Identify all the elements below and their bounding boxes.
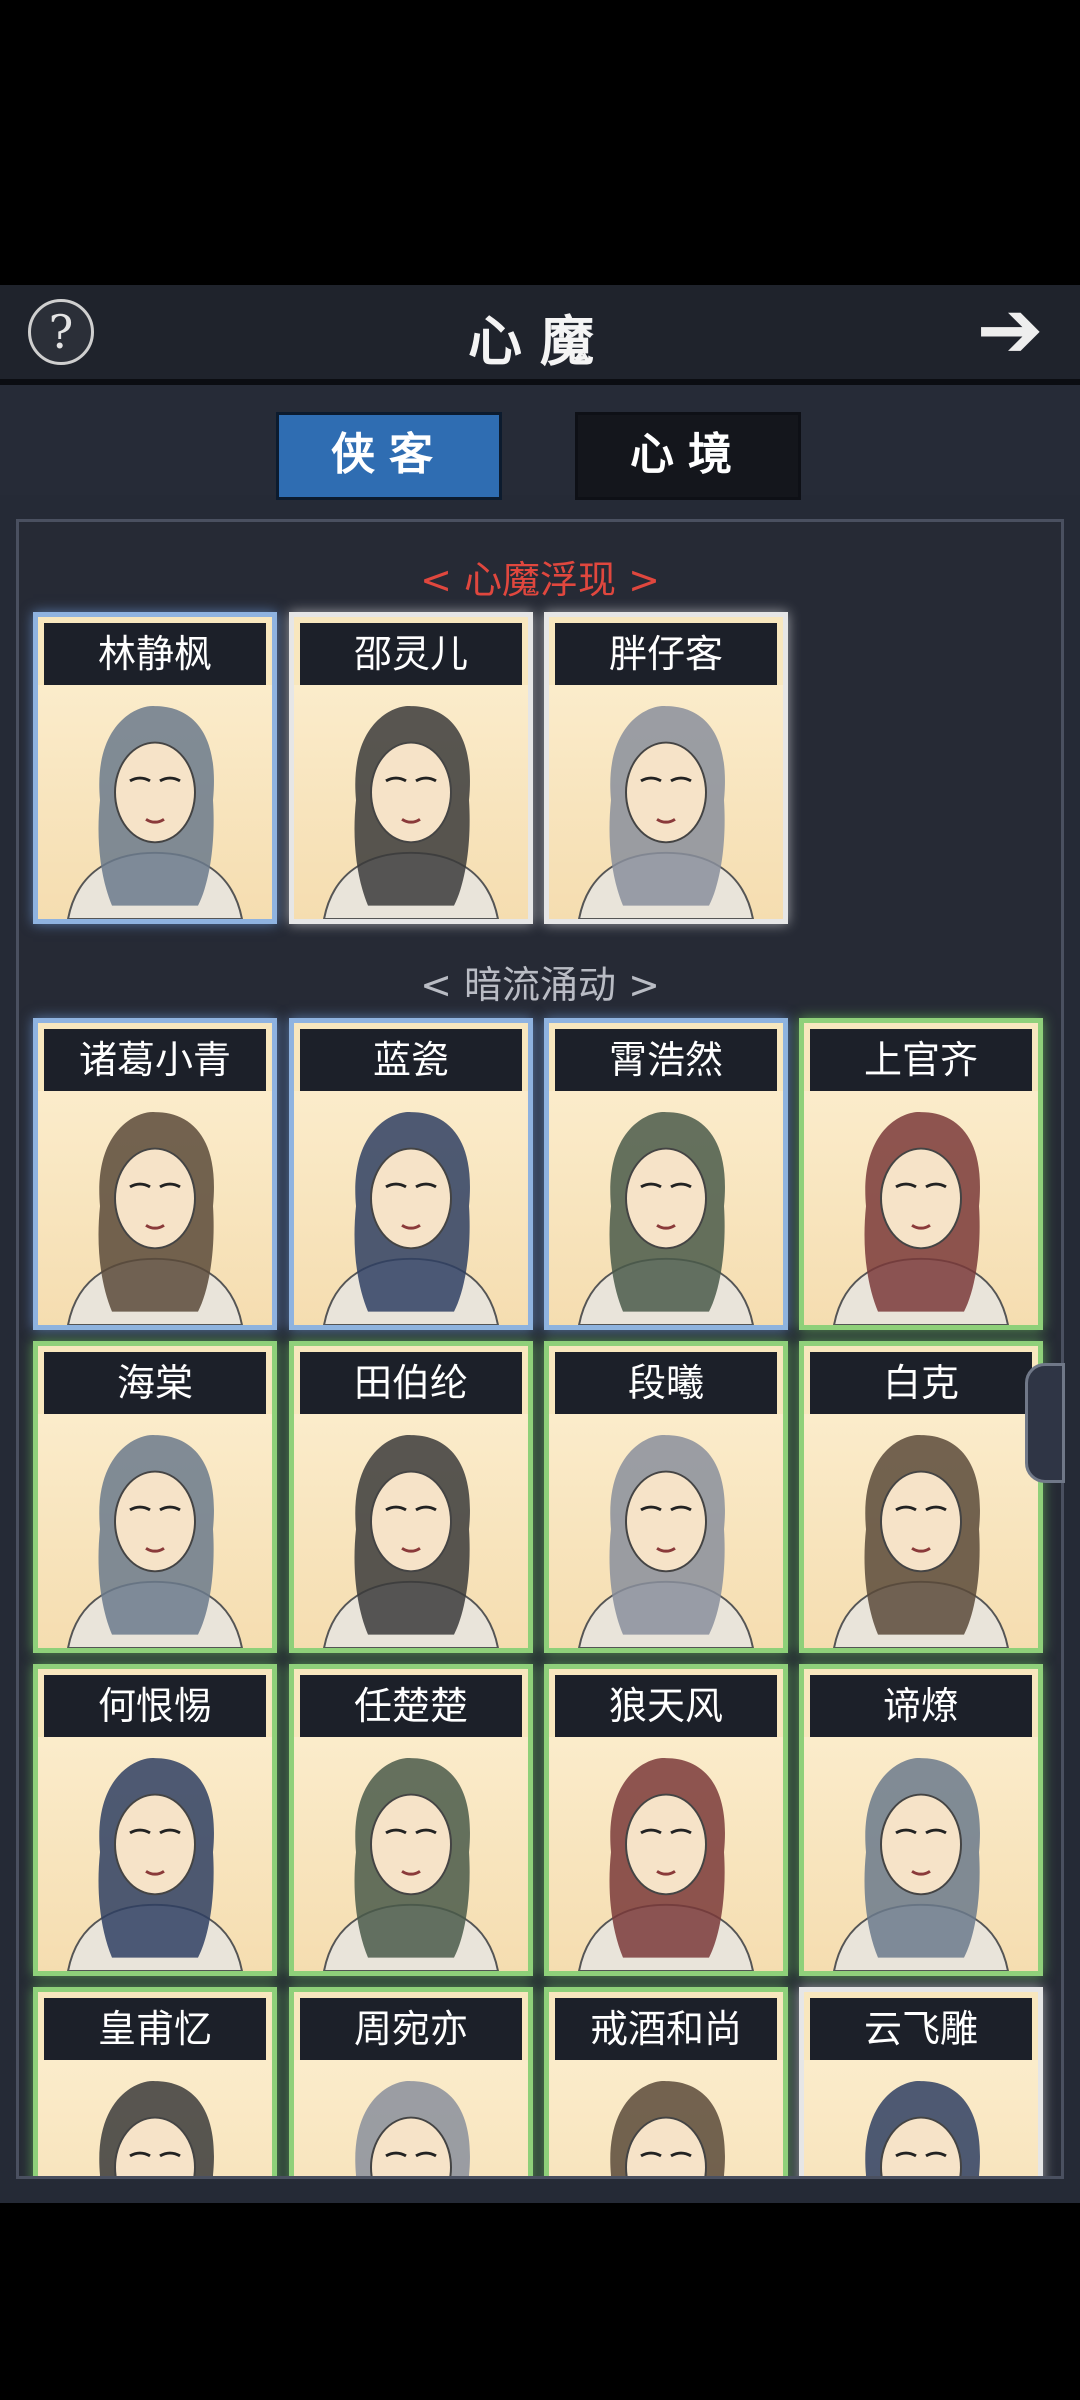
character-portrait bbox=[549, 1737, 783, 1971]
character-portrait bbox=[549, 1091, 783, 1325]
character-name: 云飞雕 bbox=[810, 1998, 1032, 2060]
character-portrait bbox=[38, 685, 272, 919]
arrow-right-icon[interactable]: ➔ bbox=[962, 290, 1058, 370]
character-name: 狼天风 bbox=[555, 1675, 777, 1737]
character-name: 林静枫 bbox=[44, 623, 266, 685]
character-name: 海棠 bbox=[44, 1352, 266, 1414]
character-card[interactable]: 周宛亦 bbox=[289, 1987, 533, 2176]
character-card[interactable]: 戒酒和尚 bbox=[544, 1987, 788, 2176]
tab-mindstate[interactable]: 心境 bbox=[575, 412, 801, 500]
character-portrait bbox=[38, 2060, 272, 2176]
character-card[interactable]: 上官齐 bbox=[799, 1018, 1043, 1330]
character-portrait bbox=[804, 1414, 1038, 1648]
character-card[interactable]: 海棠 bbox=[33, 1341, 277, 1653]
character-portrait bbox=[804, 1737, 1038, 1971]
character-portrait bbox=[38, 1414, 272, 1648]
page-title: 心魔 bbox=[468, 309, 612, 373]
character-portrait bbox=[549, 685, 783, 919]
character-name: 诸葛小青 bbox=[44, 1029, 266, 1091]
character-portrait bbox=[294, 1737, 528, 1971]
character-card[interactable]: 白克 bbox=[799, 1341, 1043, 1653]
character-portrait bbox=[38, 1737, 272, 1971]
section-title-undercurrent: < 暗流涌动 > bbox=[420, 963, 660, 1007]
character-card[interactable]: 何恨惕 bbox=[33, 1664, 277, 1976]
character-name: 何恨惕 bbox=[44, 1675, 266, 1737]
character-card[interactable]: 蓝瓷 bbox=[289, 1018, 533, 1330]
character-portrait bbox=[549, 2060, 783, 2176]
character-card[interactable]: 云飞雕 bbox=[799, 1987, 1043, 2176]
tab-heroes[interactable]: 侠客 bbox=[276, 412, 502, 500]
character-card[interactable]: 田伯纶 bbox=[289, 1341, 533, 1653]
character-list[interactable]: < 心魔浮现 > < 暗流涌动 > 林静枫 邵灵儿 胖仔客诸葛小青 蓝瓷 霄浩然 上官齐海… bbox=[16, 519, 1064, 2179]
character-name: 蓝瓷 bbox=[300, 1029, 522, 1091]
character-card[interactable]: 诸葛小青 bbox=[33, 1018, 277, 1330]
character-portrait bbox=[294, 2060, 528, 2176]
character-card[interactable]: 胖仔客 bbox=[544, 612, 788, 924]
character-name: 上官齐 bbox=[810, 1029, 1032, 1091]
character-card[interactable]: 狼天风 bbox=[544, 1664, 788, 1976]
character-name: 田伯纶 bbox=[300, 1352, 522, 1414]
character-name: 皇甫忆 bbox=[44, 1998, 266, 2060]
character-name: 霄浩然 bbox=[555, 1029, 777, 1091]
character-portrait bbox=[804, 2060, 1038, 2176]
heart-demon-panel: ? 心魔 ➔ 侠客 心境 < 心魔浮现 > < 暗流涌动 > 林静枫 邵灵儿 胖仔客… bbox=[0, 285, 1080, 2203]
character-card[interactable]: 霄浩然 bbox=[544, 1018, 788, 1330]
character-portrait bbox=[294, 1414, 528, 1648]
character-portrait bbox=[804, 1091, 1038, 1325]
character-name: 白克 bbox=[810, 1352, 1032, 1414]
character-card[interactable]: 邵灵儿 bbox=[289, 612, 533, 924]
section-title-emerging: < 心魔浮现 > bbox=[420, 558, 660, 602]
character-card[interactable]: 林静枫 bbox=[33, 612, 277, 924]
character-name: 胖仔客 bbox=[555, 623, 777, 685]
character-card[interactable]: 任楚楚 bbox=[289, 1664, 533, 1976]
tab-bar: 侠客 心境 bbox=[0, 385, 1080, 500]
character-card[interactable]: 段曦 bbox=[544, 1341, 788, 1653]
character-portrait bbox=[294, 685, 528, 919]
character-name: 周宛亦 bbox=[300, 1998, 522, 2060]
character-card[interactable]: 皇甫忆 bbox=[33, 1987, 277, 2176]
character-card[interactable]: 谛燎 bbox=[799, 1664, 1043, 1976]
character-name: 段曦 bbox=[555, 1352, 777, 1414]
character-portrait bbox=[549, 1414, 783, 1648]
side-drawer-handle[interactable] bbox=[1025, 1363, 1065, 1483]
character-portrait bbox=[294, 1091, 528, 1325]
header-bar: ? 心魔 ➔ bbox=[0, 285, 1080, 385]
character-name: 戒酒和尚 bbox=[555, 1998, 777, 2060]
character-name: 邵灵儿 bbox=[300, 623, 522, 685]
character-name: 谛燎 bbox=[810, 1675, 1032, 1737]
character-name: 任楚楚 bbox=[300, 1675, 522, 1737]
character-portrait bbox=[38, 1091, 272, 1325]
